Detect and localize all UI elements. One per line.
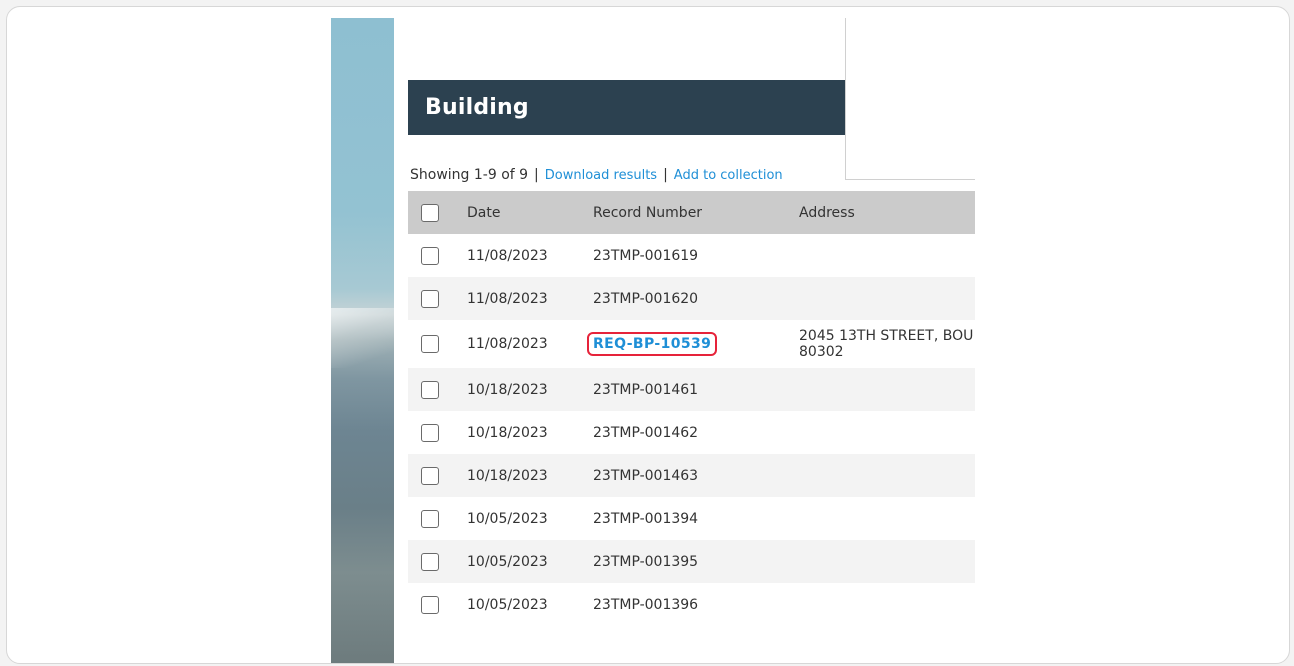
row-date: 10/18/2023 [467, 368, 593, 411]
row-record-number: 23TMP-001394 [593, 497, 799, 540]
mountain-background-image [331, 18, 394, 663]
side-panel [845, 18, 975, 180]
row-address [799, 368, 975, 411]
column-header-address[interactable]: Address [799, 191, 975, 234]
table-row: 11/08/2023 REQ-BP-10539 2045 13TH STREET… [408, 320, 975, 368]
row-address: 2045 13TH STREET, BOU 80302 [799, 320, 975, 368]
row-address [799, 583, 975, 626]
row-checkbox[interactable] [421, 552, 439, 571]
row-checkbox[interactable] [421, 335, 439, 353]
row-date: 10/05/2023 [467, 540, 593, 583]
row-checkbox[interactable] [421, 509, 439, 528]
row-checkbox[interactable] [421, 595, 439, 614]
download-results-link[interactable]: Download results [545, 168, 657, 183]
row-date: 10/05/2023 [467, 583, 593, 626]
row-date: 10/05/2023 [467, 497, 593, 540]
records-table: Date Record Number Address 11/08/2023 23… [408, 191, 975, 626]
row-record-number: 23TMP-001463 [593, 454, 799, 497]
row-checkbox[interactable] [421, 289, 439, 308]
row-checkbox[interactable] [421, 466, 439, 485]
add-to-collection-link[interactable]: Add to collection [674, 168, 783, 183]
record-link-req-bp-10539[interactable]: REQ-BP-10539 [587, 332, 718, 356]
row-address [799, 234, 975, 277]
row-date: 10/18/2023 [467, 411, 593, 454]
table-row: 10/18/2023 23TMP-001463 [408, 454, 975, 497]
table-row: 10/18/2023 23TMP-001461 [408, 368, 975, 411]
address-line-1: 2045 13TH STREET, BOU [799, 328, 974, 344]
table-row: 11/08/2023 23TMP-001620 [408, 277, 975, 320]
row-address [799, 497, 975, 540]
table-row: 10/18/2023 23TMP-001462 [408, 411, 975, 454]
row-date: 11/08/2023 [467, 234, 593, 277]
row-address [799, 411, 975, 454]
column-header-record-number[interactable]: Record Number [593, 191, 799, 234]
page-viewport: Building Showing 1-9 of 9 | Download res… [331, 18, 975, 663]
screenshot-frame: Building Showing 1-9 of 9 | Download res… [6, 6, 1290, 664]
address-line-2: 80302 [799, 344, 844, 360]
row-checkbox[interactable] [421, 246, 439, 265]
table-row: 11/08/2023 23TMP-001619 [408, 234, 975, 277]
table-row: 10/05/2023 23TMP-001396 [408, 583, 975, 626]
row-record-number: 23TMP-001395 [593, 540, 799, 583]
column-header-date[interactable]: Date [467, 191, 593, 234]
row-record-number: 23TMP-001461 [593, 368, 799, 411]
row-date: 11/08/2023 [467, 277, 593, 320]
showing-count: Showing 1-9 of 9 [410, 167, 529, 183]
row-checkbox[interactable] [421, 380, 439, 399]
row-record-number: 23TMP-001396 [593, 583, 799, 626]
row-date: 11/08/2023 [467, 320, 593, 368]
row-checkbox[interactable] [421, 423, 439, 442]
table-row: 10/05/2023 23TMP-001395 [408, 540, 975, 583]
table-row: 10/05/2023 23TMP-001394 [408, 497, 975, 540]
row-address [799, 540, 975, 583]
row-record-number: 23TMP-001619 [593, 234, 799, 277]
results-summary: Showing 1-9 of 9 | Download results | Ad… [410, 166, 783, 184]
row-record-number: 23TMP-001462 [593, 411, 799, 454]
select-all-checkbox[interactable] [421, 203, 439, 222]
row-record-number: 23TMP-001620 [593, 277, 799, 320]
select-all-cell [408, 191, 467, 234]
table-header-row: Date Record Number Address [408, 191, 975, 234]
separator: | [663, 167, 668, 183]
row-address [799, 454, 975, 497]
separator: | [534, 167, 539, 183]
section-title: Building [408, 80, 845, 135]
row-address [799, 277, 975, 320]
row-date: 10/18/2023 [467, 454, 593, 497]
